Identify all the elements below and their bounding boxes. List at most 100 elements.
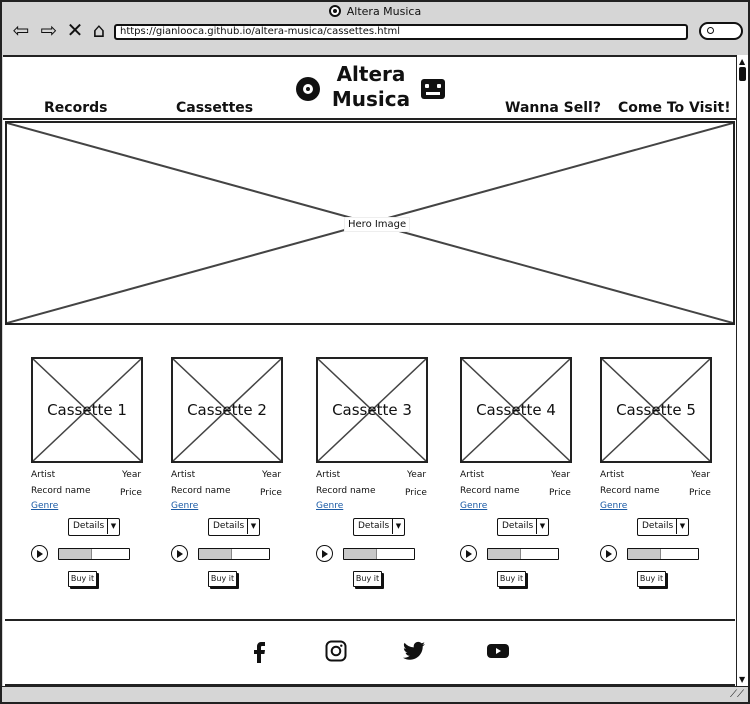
product-artist: Artist: [316, 470, 341, 480]
product-genre-link[interactable]: Genre: [316, 501, 343, 511]
chevron-down-icon[interactable]: ▼: [392, 519, 404, 534]
product-thumbnail[interactable]: Cassette 3: [316, 357, 428, 463]
home-icon[interactable]: ⌂: [88, 20, 110, 42]
product-price: Price: [689, 488, 711, 498]
buy-button[interactable]: Buy it: [68, 571, 97, 587]
product-title: Cassette 1: [47, 401, 127, 419]
scroll-down-arrow-icon[interactable]: ▼: [739, 675, 745, 684]
chevron-down-icon[interactable]: ▼: [676, 519, 688, 534]
scroll-up-arrow-icon[interactable]: ▲: [739, 57, 745, 66]
audio-progress-bar[interactable]: [627, 548, 699, 560]
site-logo[interactable]: Altera Musica: [330, 62, 412, 112]
play-icon[interactable]: [316, 545, 333, 562]
vertical-scrollbar[interactable]: ▲ ▼: [736, 55, 748, 686]
audio-progress-bar[interactable]: [198, 548, 270, 560]
buy-button[interactable]: Buy it: [497, 571, 526, 587]
play-icon[interactable]: [460, 545, 477, 562]
chevron-down-icon[interactable]: ▼: [536, 519, 548, 534]
twitter-icon[interactable]: [402, 639, 426, 663]
product-card: Cassette 3 Artist Year Record name Price…: [316, 357, 446, 597]
details-dropdown[interactable]: Details ▼: [353, 518, 405, 536]
details-label: Details: [213, 521, 245, 531]
details-label: Details: [73, 521, 105, 531]
nav-link-come-to-visit[interactable]: Come To Visit!: [618, 100, 731, 116]
product-artist: Artist: [460, 470, 485, 480]
product-record-name: Record name: [171, 486, 231, 496]
chevron-down-icon[interactable]: ▼: [247, 519, 259, 534]
audio-progress-fill: [488, 549, 521, 559]
product-card: Cassette 1 Artist Year Record name Price…: [31, 357, 161, 597]
hero-image-label: Hero Image: [344, 217, 411, 232]
product-title: Cassette 2: [187, 401, 267, 419]
details-dropdown[interactable]: Details ▼: [208, 518, 260, 536]
product-artist: Artist: [600, 470, 625, 480]
product-title: Cassette 3: [332, 401, 412, 419]
page-viewport: Records Cassettes Altera Musica Wanna Se…: [3, 55, 736, 686]
search-icon: [707, 27, 714, 34]
product-year: Year: [122, 470, 142, 480]
nav-link-cassettes[interactable]: Cassettes: [176, 100, 253, 116]
product-record-name: Record name: [600, 486, 660, 496]
youtube-icon[interactable]: [486, 639, 510, 663]
audio-progress-bar[interactable]: [58, 548, 130, 560]
status-bar: ⟋⟋: [2, 686, 748, 702]
nav-link-wanna-sell[interactable]: Wanna Sell?: [505, 100, 601, 116]
details-dropdown[interactable]: Details ▼: [68, 518, 120, 536]
logo-line-2: Musica: [331, 87, 411, 111]
product-thumbnail[interactable]: Cassette 1: [31, 357, 143, 463]
details-dropdown[interactable]: Details ▼: [497, 518, 549, 536]
instagram-icon[interactable]: [324, 639, 348, 663]
product-year: Year: [691, 470, 711, 480]
product-price: Price: [260, 488, 282, 498]
product-card: Cassette 2 Artist Year Record name Price…: [171, 357, 301, 597]
details-label: Details: [642, 521, 674, 531]
product-artist: Artist: [171, 470, 196, 480]
product-thumbnail[interactable]: Cassette 5: [600, 357, 712, 463]
logo-line-1: Altera: [336, 62, 406, 86]
audio-progress-bar[interactable]: [343, 548, 415, 560]
forward-arrow-icon[interactable]: ⇨: [38, 20, 60, 42]
product-genre-link[interactable]: Genre: [31, 501, 58, 511]
browser-search-field[interactable]: [699, 22, 743, 40]
audio-progress-fill: [344, 549, 377, 559]
product-price: Price: [120, 488, 142, 498]
play-icon[interactable]: [600, 545, 617, 562]
audio-progress-bar[interactable]: [487, 548, 559, 560]
chevron-down-icon[interactable]: ▼: [107, 519, 119, 534]
product-price: Price: [549, 488, 571, 498]
details-dropdown[interactable]: Details ▼: [637, 518, 689, 536]
window-title: Altera Musica: [346, 4, 422, 18]
browser-toolbar: ⇦ ⇨ ✕ ⌂ https://gianlooca.github.io/alte…: [2, 20, 748, 52]
play-icon[interactable]: [171, 545, 188, 562]
nav-link-records[interactable]: Records: [44, 100, 107, 116]
product-card: Cassette 4 Artist Year Record name Price…: [460, 357, 590, 597]
product-record-name: Record name: [316, 486, 376, 496]
product-genre-link[interactable]: Genre: [600, 501, 627, 511]
scrollbar-thumb[interactable]: [739, 67, 746, 81]
buy-button[interactable]: Buy it: [637, 571, 666, 587]
address-bar[interactable]: https://gianlooca.github.io/altera-music…: [114, 24, 688, 40]
product-thumbnail[interactable]: Cassette 2: [171, 357, 283, 463]
product-title: Cassette 4: [476, 401, 556, 419]
product-genre-link[interactable]: Genre: [460, 501, 487, 511]
site-header: Records Cassettes Altera Musica Wanna Se…: [3, 57, 736, 120]
product-thumbnail[interactable]: Cassette 4: [460, 357, 572, 463]
product-artist: Artist: [31, 470, 56, 480]
audio-progress-fill: [199, 549, 232, 559]
back-arrow-icon[interactable]: ⇦: [10, 20, 32, 42]
product-year: Year: [262, 470, 282, 480]
buy-button[interactable]: Buy it: [208, 571, 237, 587]
hero-image-placeholder: Hero Image: [5, 121, 735, 325]
product-card: Cassette 5 Artist Year Record name Price…: [600, 357, 730, 597]
stop-icon[interactable]: ✕: [64, 20, 86, 42]
product-price: Price: [405, 488, 427, 498]
vinyl-favicon-icon: [328, 5, 341, 17]
audio-progress-fill: [59, 549, 92, 559]
cassette-icon: [421, 79, 445, 99]
buy-button[interactable]: Buy it: [353, 571, 382, 587]
product-genre-link[interactable]: Genre: [171, 501, 198, 511]
resize-grip-icon[interactable]: ⟋⟋: [730, 689, 744, 700]
vinyl-record-icon: [296, 77, 320, 101]
play-icon[interactable]: [31, 545, 48, 562]
facebook-icon[interactable]: [247, 639, 271, 663]
